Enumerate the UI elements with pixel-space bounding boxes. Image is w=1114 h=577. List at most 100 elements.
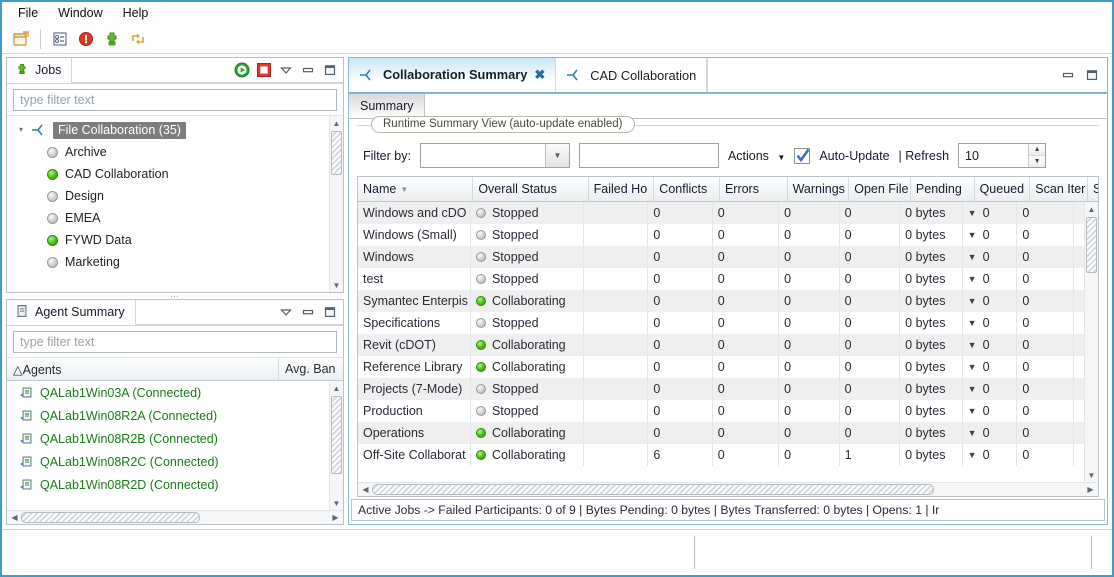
column-header-scan-iteration[interactable]: Scan Iter [1030, 177, 1088, 201]
chevron-down-icon[interactable]: ▼ [544, 144, 569, 167]
agent-filter-input[interactable]: type filter text [13, 331, 337, 353]
scroll-down-icon[interactable]: ▼ [330, 496, 343, 510]
scrollbar-thumb[interactable] [1086, 217, 1097, 273]
column-header-extra[interactable]: S [1088, 177, 1098, 201]
table-row[interactable]: Operations Collaborating 0 0 0 0 0 bytes… [358, 422, 1084, 444]
scrollbar-thumb[interactable] [331, 396, 342, 474]
table-row[interactable]: Windows and cDO Stopped 0 0 0 0 0 bytes … [358, 202, 1084, 224]
caret-down-icon: ▼ [967, 428, 977, 438]
agent-row[interactable]: QALab1Win08R2D (Connected) [7, 473, 343, 496]
maximize-button[interactable] [1083, 66, 1101, 84]
scroll-down-icon[interactable]: ▼ [330, 278, 343, 292]
jobs-icon[interactable] [99, 27, 125, 51]
actions-menu-button[interactable]: Actions ▼ [728, 149, 785, 163]
column-header-queued[interactable]: Queued [975, 177, 1031, 201]
scroll-down-icon[interactable]: ▼ [1085, 468, 1098, 482]
scrollbar-thumb[interactable] [372, 484, 935, 495]
column-header-failed-hosts[interactable]: Failed Ho [589, 177, 655, 201]
table-row[interactable]: test Stopped 0 0 0 0 0 bytes ▼ 0 0 [358, 268, 1084, 290]
jobs-tree-scrollbar[interactable]: ▲ ▼ [329, 116, 343, 292]
view-menu-button[interactable] [277, 303, 295, 321]
minimize-button[interactable] [1059, 66, 1077, 84]
minimize-button[interactable] [299, 303, 317, 321]
filter-text-input[interactable] [578, 143, 719, 168]
scroll-left-icon[interactable]: ◀ [8, 511, 21, 524]
column-header-name[interactable]: Name ▼ [358, 177, 474, 201]
scrollbar-thumb[interactable] [331, 131, 342, 175]
column-header-open-files[interactable]: Open File [849, 177, 911, 201]
agent-row[interactable]: QALab1Win08R2A (Connected) [7, 404, 343, 427]
tree-item-design[interactable]: Design [7, 185, 343, 207]
close-icon[interactable]: ✖ [534, 67, 545, 83]
scroll-left-icon[interactable]: ◀ [359, 483, 372, 496]
refresh-interval-spinner[interactable]: 10 ▲ ▼ [958, 143, 1047, 168]
scroll-right-icon[interactable]: ▶ [329, 511, 342, 524]
table-row[interactable]: Specifications Stopped 0 0 0 0 0 bytes ▼… [358, 312, 1084, 334]
scroll-up-icon[interactable]: ▲ [330, 116, 343, 130]
table-row[interactable]: Off-Site Collaborat Collaborating 6 0 0 … [358, 444, 1084, 466]
column-header-warnings[interactable]: Warnings [788, 177, 850, 201]
column-header-overall-status[interactable]: Overall Status [473, 177, 589, 201]
alerts-icon[interactable] [73, 27, 99, 51]
tree-item-marketing[interactable]: Marketing [7, 251, 343, 273]
tab-cad-collaboration[interactable]: CAD Collaboration [556, 58, 708, 92]
sync-icon[interactable] [125, 27, 151, 51]
tab-collaboration-summary[interactable]: Collaboration Summary ✖ [349, 58, 557, 92]
table-body[interactable]: Windows and cDO Stopped 0 0 0 0 0 bytes … [358, 202, 1098, 482]
scroll-up-icon[interactable]: ▲ [330, 381, 343, 395]
column-header-agents[interactable]: △Agents [7, 358, 279, 380]
collaboration-summary-table: Name ▼ Overall Status Failed Ho Conflict… [357, 176, 1099, 497]
start-job-button[interactable] [233, 61, 251, 79]
agent-table-body[interactable]: QALab1Win03A (Connected) QALab1Win08R2A … [7, 381, 343, 510]
spinner-up-icon[interactable]: ▲ [1029, 144, 1046, 156]
table-row[interactable]: Windows Stopped 0 0 0 0 0 bytes ▼ 0 0 [358, 246, 1084, 268]
table-row[interactable]: Reference Library Collaborating 0 0 0 0 … [358, 356, 1084, 378]
menu-item-file[interactable]: File [10, 4, 48, 23]
scroll-right-icon[interactable]: ▶ [1084, 483, 1097, 496]
view-menu-button[interactable] [277, 61, 295, 79]
table-row[interactable]: Revit (cDOT) Collaborating 0 0 0 0 0 byt… [358, 334, 1084, 356]
agent-row[interactable]: QALab1Win08R2C (Connected) [7, 450, 343, 473]
table-row[interactable]: Projects (7-Mode) Stopped 0 0 0 0 0 byte… [358, 378, 1084, 400]
scrollbar-thumb[interactable] [21, 512, 200, 523]
table-row[interactable]: Windows (Small) Stopped 0 0 0 0 0 bytes … [358, 224, 1084, 246]
minimize-button[interactable] [299, 61, 317, 79]
table-row[interactable]: Production Stopped 0 0 0 0 0 bytes ▼ 0 0 [358, 400, 1084, 422]
agent-row[interactable]: QALab1Win08R2B (Connected) [7, 427, 343, 450]
column-header-errors[interactable]: Errors [720, 177, 788, 201]
column-header-conflicts[interactable]: Conflicts [654, 177, 720, 201]
table-vscrollbar[interactable]: ▲ ▼ [1084, 202, 1098, 482]
jobs-filter-input[interactable]: type filter text [13, 89, 337, 111]
column-header-pending[interactable]: Pending [911, 177, 975, 201]
tab-summary[interactable]: Summary [349, 94, 426, 118]
tree-item-archive[interactable]: Archive [7, 141, 343, 163]
maximize-button[interactable] [321, 303, 339, 321]
filter-by-combo[interactable]: ▼ [419, 143, 570, 168]
auto-update-checkbox[interactable] [794, 147, 811, 164]
agent-row[interactable]: QALab1Win03A (Connected) [7, 381, 343, 404]
agent-table-scrollbar[interactable]: ▲ ▼ [329, 381, 343, 510]
agent-table-hscrollbar[interactable]: ◀ ▶ [7, 510, 343, 524]
scroll-up-icon[interactable]: ▲ [1085, 202, 1098, 216]
table-row[interactable]: Symantec Enterpis Collaborating 0 0 0 0 … [358, 290, 1084, 312]
table-hscrollbar[interactable]: ◀ ▶ [358, 482, 1098, 496]
menu-item-help[interactable]: Help [115, 4, 159, 23]
jobs-tree[interactable]: ▾ File Collaboration (35) Archive CAD Co… [7, 115, 343, 292]
expand-collapse-icon[interactable]: ▾ [19, 126, 31, 134]
maximize-button[interactable] [321, 61, 339, 79]
stop-job-button[interactable] [255, 61, 273, 79]
jobs-view-tab[interactable]: Jobs [7, 58, 73, 83]
menu-item-window[interactable]: Window [50, 4, 112, 23]
agent-summary-tab[interactable]: Agent Summary [7, 300, 136, 325]
cell-extra [1074, 268, 1084, 290]
tree-item-cad-collaboration[interactable]: CAD Collaboration [7, 163, 343, 185]
spinner-down-icon[interactable]: ▼ [1029, 156, 1046, 167]
tree-item-emea[interactable]: EMEA [7, 207, 343, 229]
table-rows[interactable]: Windows and cDO Stopped 0 0 0 0 0 bytes … [358, 202, 1084, 482]
column-header-avg-bandwidth[interactable]: Avg. Ban [279, 358, 343, 380]
refresh-interval-value[interactable]: 10 [959, 144, 1028, 167]
new-job-icon[interactable] [8, 27, 34, 51]
tree-item-fywd-data[interactable]: FYWD Data [7, 229, 343, 251]
tree-root-file-collaboration[interactable]: ▾ File Collaboration (35) [7, 119, 343, 141]
properties-icon[interactable] [47, 27, 73, 51]
